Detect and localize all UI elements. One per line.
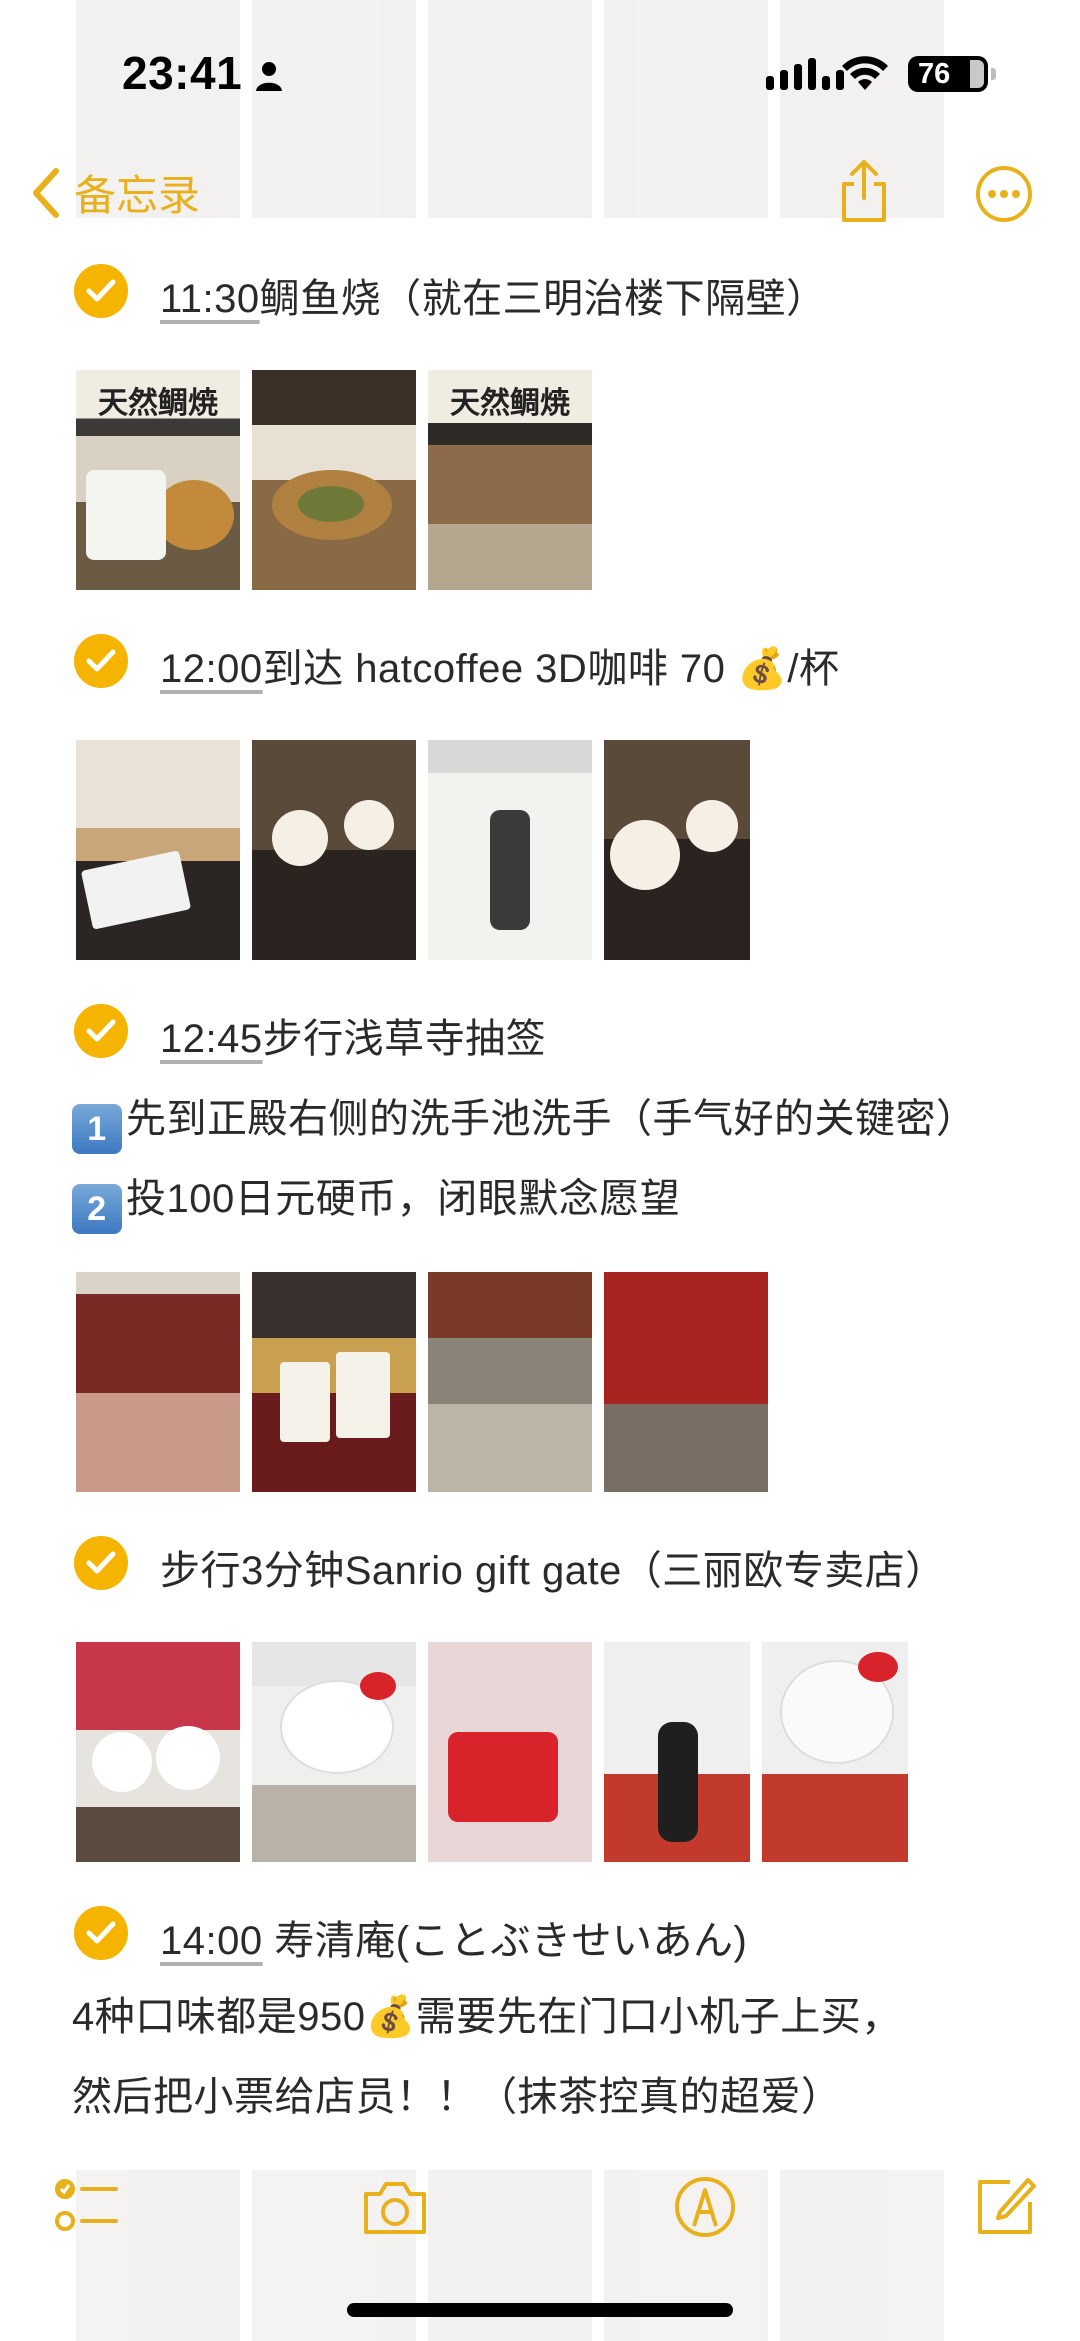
note-text: 4种口味都是950 — [72, 1995, 366, 2039]
photo-thumbnail[interactable] — [604, 1642, 750, 1862]
note-text: 然后把小票给店员！！（抹茶控真的超爱） — [72, 2075, 842, 2119]
checklist-text[interactable]: 14:00 寿清庵(ことぶきせいあん) — [160, 1908, 747, 1966]
back-label: 备忘录 — [74, 172, 201, 219]
note-text-suffix: 需要先在门口小机子上买， — [415, 1995, 902, 2039]
photo-caption: 天然鲷焼 — [98, 386, 218, 421]
checklist-text[interactable]: 步行3分钟Sanrio gift gate（三丽欧专卖店） — [160, 1538, 946, 1596]
photo-thumbnail[interactable]: 天然鲷焼 — [76, 370, 240, 590]
camera-icon[interactable] — [360, 2172, 430, 2242]
note-line[interactable]: 然后把小票给店员！！（抹茶控真的超爱） — [72, 2064, 842, 2122]
item-label: 步行浅草寺抽签 — [262, 1017, 547, 1061]
step-line[interactable]: 2 投100日元硬币，闭眼默念愿望 — [72, 1166, 680, 1234]
photo-row: 天然鲷焼 天然鲷焼 — [76, 370, 592, 590]
photo-thumbnail[interactable] — [76, 1272, 240, 1492]
photo-thumbnail[interactable] — [428, 1272, 592, 1492]
checklist-text[interactable]: 12:00到达 hatcoffee 3D咖啡 70 💰/杯 — [160, 636, 839, 694]
photo-thumbnail[interactable] — [252, 1642, 416, 1862]
status-time: 23:41 — [122, 47, 243, 99]
battery-level: 76 — [918, 57, 951, 90]
more-options-icon[interactable] — [974, 164, 1034, 224]
note-line[interactable]: 4种口味都是950💰需要先在门口小机子上买， — [72, 1984, 902, 2042]
markup-pen-icon[interactable] — [670, 2172, 740, 2242]
photo-thumbnail[interactable] — [76, 1642, 240, 1862]
photo-thumbnail[interactable] — [428, 1642, 592, 1862]
photo-thumbnail[interactable] — [252, 370, 416, 590]
checklist-icon[interactable] — [52, 2172, 122, 2242]
photo-thumbnail[interactable] — [762, 1642, 908, 1862]
compose-icon[interactable] — [970, 2172, 1040, 2242]
photo-thumbnail[interactable] — [604, 740, 750, 960]
back-button[interactable]: 备忘录 — [28, 162, 200, 223]
money-bag-icon: 💰 — [365, 1994, 416, 2040]
photo-thumbnail[interactable] — [76, 740, 240, 960]
photo-row — [76, 1642, 908, 1862]
bottom-toolbar — [0, 2160, 1080, 2270]
cellular-signal-icon — [766, 58, 844, 90]
photo-thumbnail[interactable]: 天然鲷焼 — [428, 370, 592, 590]
item-suffix: /杯 — [787, 647, 840, 691]
checkmark-circle-icon[interactable] — [74, 1906, 128, 1960]
nav-bar: 备忘录 — [0, 150, 1080, 240]
status-bar: 23:41 76 — [0, 0, 1080, 150]
checklist-text[interactable]: 11:30鲷鱼烧（就在三明治楼下隔壁） — [160, 266, 827, 324]
money-bag-icon: 💰 — [737, 646, 788, 692]
item-time: 12:45 — [160, 1017, 263, 1061]
keycap-2-icon: 2 — [72, 1184, 122, 1234]
person-icon — [256, 62, 282, 91]
item-label: 寿清庵(ことぶきせいあん) — [262, 1919, 748, 1963]
step-text: 先到正殿右侧的洗手池洗手（手气好的关键密） — [126, 1097, 977, 1141]
step-text: 投100日元硬币，闭眼默念愿望 — [126, 1177, 681, 1221]
photo-thumbnail[interactable] — [252, 740, 416, 960]
home-indicator[interactable] — [347, 2303, 733, 2317]
keycap-1-icon: 1 — [72, 1104, 122, 1154]
photo-caption: 天然鲷焼 — [450, 386, 570, 421]
chevron-left-icon — [33, 167, 59, 218]
checkmark-circle-icon[interactable] — [74, 264, 128, 318]
checklist-text[interactable]: 12:45步行浅草寺抽签 — [160, 1006, 546, 1064]
photo-row — [76, 1272, 768, 1492]
item-time: 11:30 — [160, 277, 260, 321]
item-label: 步行3分钟Sanrio gift gate（三丽欧专卖店） — [160, 1549, 946, 1593]
step-line[interactable]: 1 先到正殿右侧的洗手池洗手（手气好的关键密） — [72, 1086, 977, 1154]
wifi-icon — [842, 56, 888, 90]
checkmark-circle-icon[interactable] — [74, 1536, 128, 1590]
notes-screen: 23:41 76 备忘录 11:30鲷鱼烧（就在三明治楼下隔壁） 天然鲷焼 天然… — [0, 0, 1080, 2341]
battery-icon: 76 — [908, 56, 996, 92]
item-label: 到达 hatcoffee 3D咖啡 70 — [262, 647, 726, 691]
photo-row — [76, 740, 750, 960]
photo-thumbnail[interactable] — [604, 1272, 768, 1492]
photo-thumbnail[interactable] — [252, 1272, 416, 1492]
checkmark-circle-icon[interactable] — [74, 634, 128, 688]
item-time: 14:00 — [160, 1919, 263, 1963]
photo-thumbnail[interactable] — [428, 740, 592, 960]
checkmark-circle-icon[interactable] — [74, 1004, 128, 1058]
share-icon[interactable] — [836, 158, 892, 224]
item-time: 12:00 — [160, 647, 263, 691]
item-label: 鲷鱼烧（就在三明治楼下隔壁） — [259, 277, 827, 321]
